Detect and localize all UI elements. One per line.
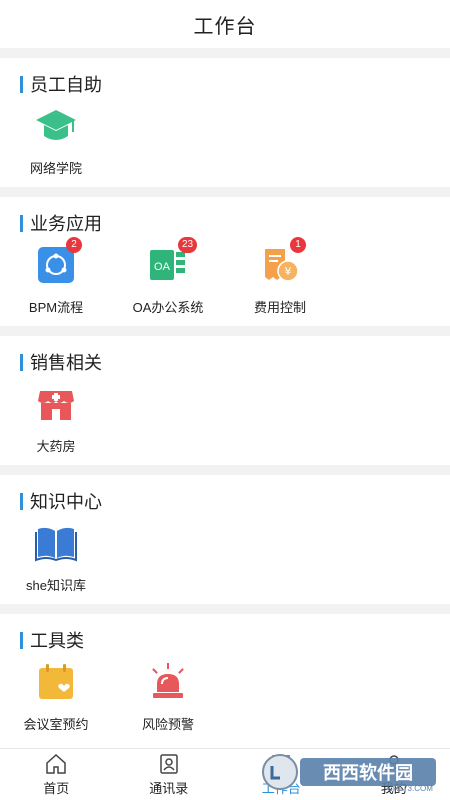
home-icon	[44, 752, 68, 776]
notification-badge: 23	[178, 237, 198, 253]
page-title: 工作台	[193, 15, 257, 38]
watermark-subtext: CR173.COM	[387, 784, 433, 793]
app-header: 工作台	[0, 0, 450, 48]
app-label: OA办公系统	[132, 300, 204, 315]
app-row: 会议室预约 风险预警	[0, 652, 450, 743]
section-knowledge-center: 知识中心 she知识库	[0, 475, 450, 604]
alarm-light-icon	[146, 660, 190, 704]
app-risk-warning[interactable]: 风险预警	[112, 658, 224, 733]
section-title-bar	[20, 492, 23, 510]
section-title-bar	[20, 75, 23, 93]
section-business-apps: 业务应用 2 BPM流程 OA 23 OA办公系统 ¥ 1 费用控制	[0, 197, 450, 326]
section-title-text: 业务应用	[30, 214, 102, 234]
watermark-logo: 西西软件园 CR173.COM	[260, 750, 440, 794]
app-pharmacy[interactable]: 大药房	[0, 380, 112, 455]
divider	[0, 604, 450, 614]
pharmacy-store-icon	[34, 382, 78, 426]
app-oa-system[interactable]: OA 23 OA办公系统	[112, 237, 224, 316]
tab-contacts[interactable]: 通讯录	[113, 749, 226, 800]
tab-label: 通讯录	[149, 781, 189, 796]
app-knowledge-base[interactable]: she知识库	[0, 519, 112, 594]
app-label: 网络学院	[29, 161, 82, 176]
contacts-icon	[157, 752, 181, 776]
app-row: 大药房	[0, 374, 450, 465]
section-title-text: 工具类	[30, 631, 84, 651]
section-title-text: 员工自助	[30, 75, 102, 95]
watermark-graphic: 西西软件园 CR173.COM	[262, 754, 436, 793]
section-title-bar	[20, 353, 23, 371]
svg-text:OA: OA	[154, 261, 171, 273]
app-meeting-room-booking[interactable]: 会议室预约	[0, 658, 112, 733]
app-label: 费用控制	[253, 300, 306, 315]
calendar-heart-icon	[34, 660, 78, 704]
tab-home[interactable]: 首页	[0, 749, 113, 800]
section-title-bar	[20, 214, 23, 232]
app-label: 大药房	[36, 439, 76, 454]
section-title: 业务应用	[0, 211, 450, 235]
tab-label: 首页	[43, 781, 70, 796]
app-network-academy[interactable]: 网络学院	[0, 102, 112, 177]
svg-text:¥: ¥	[285, 265, 292, 278]
section-tools: 工具类 会议室预约 风险预警	[0, 614, 450, 743]
divider	[0, 465, 450, 475]
app-label: she知识库	[26, 578, 86, 593]
section-title: 知识中心	[0, 489, 450, 513]
divider	[0, 326, 450, 336]
oa-icon: OA 23	[146, 237, 198, 287]
app-label: 风险预警	[141, 717, 194, 732]
app-row: 网络学院	[0, 96, 450, 187]
section-title: 工具类	[0, 628, 450, 652]
bpm-flow-icon: 2	[34, 237, 82, 287]
watermark-text: 西西软件园	[323, 762, 413, 784]
section-title-bar	[20, 631, 23, 649]
graduation-cap-icon	[34, 104, 78, 148]
section-employee-self-service: 员工自助 网络学院	[0, 58, 450, 187]
app-expense-control[interactable]: ¥ 1 费用控制	[224, 237, 336, 316]
app-row: she知识库	[0, 513, 450, 604]
notification-badge: 2	[66, 237, 82, 253]
section-title-text: 销售相关	[30, 353, 102, 373]
section-title: 销售相关	[0, 350, 450, 374]
app-bpm-flow[interactable]: 2 BPM流程	[0, 237, 112, 316]
divider	[0, 48, 450, 58]
app-label: 会议室预约	[23, 717, 89, 732]
expense-icon: ¥ 1	[258, 237, 306, 287]
app-row: 2 BPM流程 OA 23 OA办公系统 ¥ 1 费用控制	[0, 235, 450, 326]
section-title: 员工自助	[0, 72, 450, 96]
section-sales: 销售相关 大药房	[0, 336, 450, 465]
divider	[0, 187, 450, 197]
section-title-text: 知识中心	[30, 492, 102, 512]
app-label: BPM流程	[28, 300, 84, 315]
book-icon	[34, 521, 78, 565]
notification-badge: 1	[290, 237, 306, 253]
